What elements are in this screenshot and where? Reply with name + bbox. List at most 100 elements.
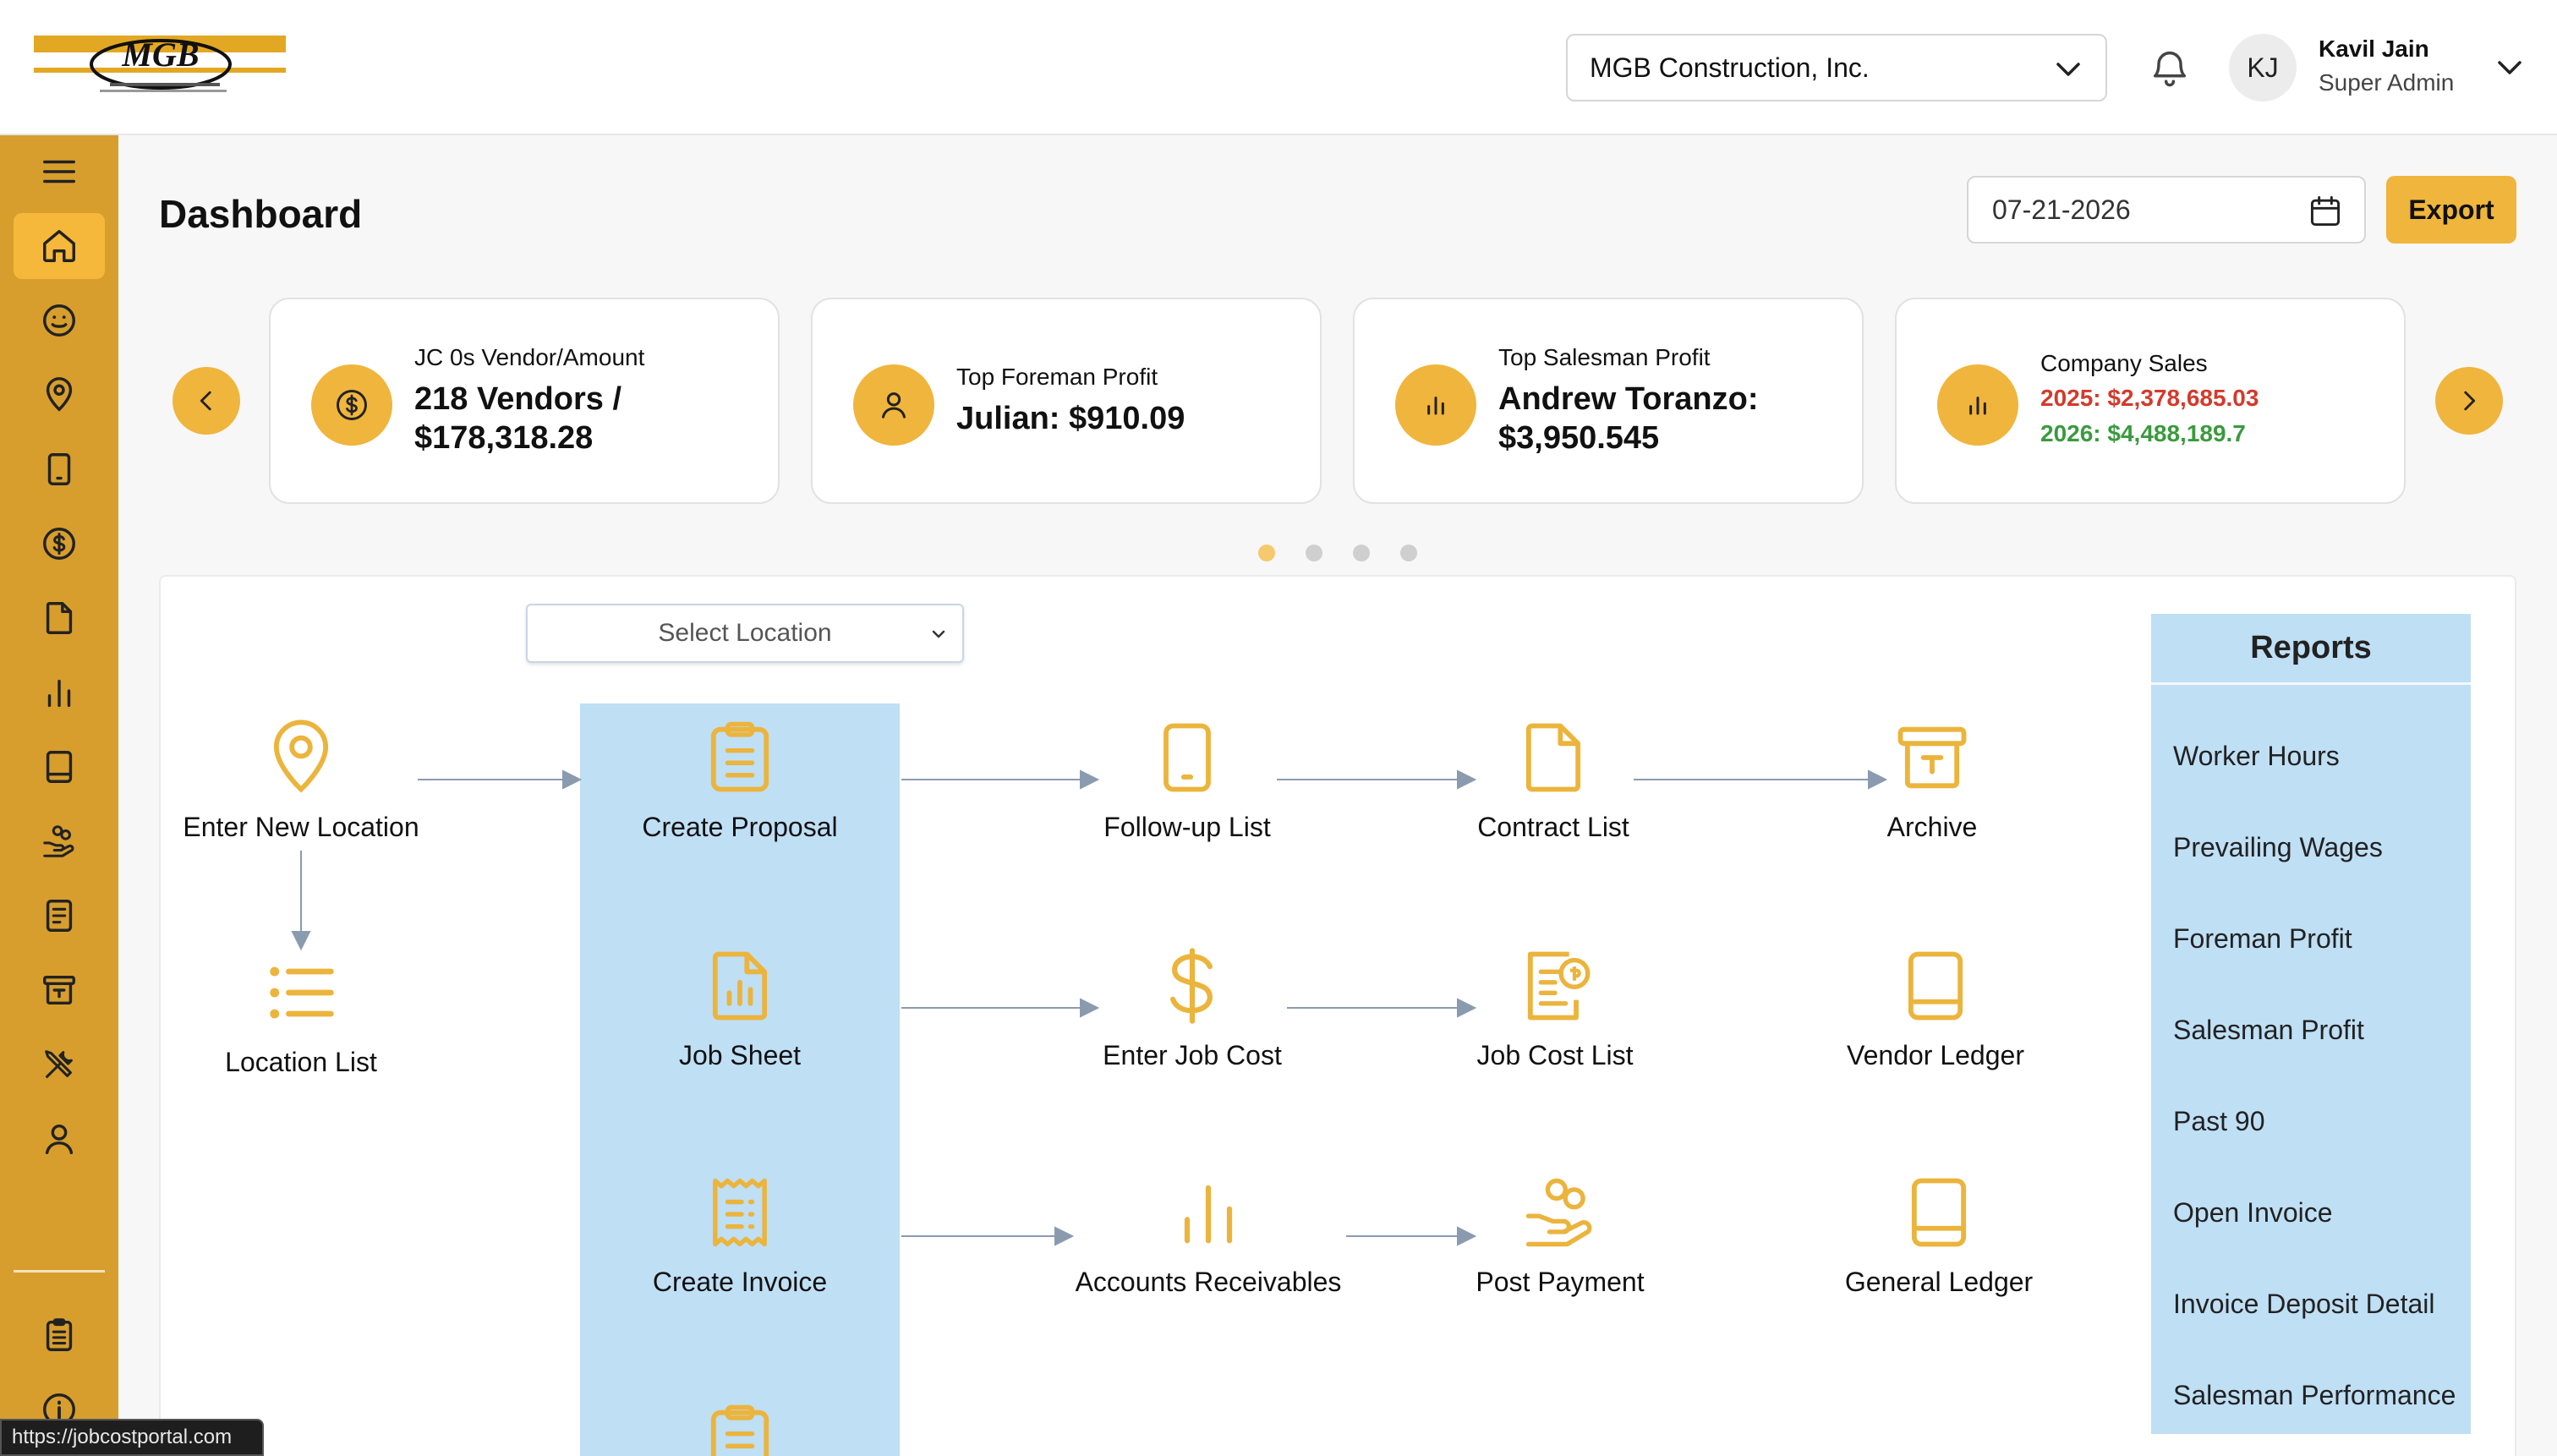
report-link[interactable]: Prevailing Wages [2173, 832, 2383, 863]
carousel-dot[interactable] [1400, 545, 1417, 561]
receipt-icon [698, 1170, 782, 1255]
report-link[interactable]: Salesman Performance [2173, 1380, 2456, 1411]
carousel-dot[interactable] [1258, 545, 1275, 561]
carousel-next-button[interactable] [2435, 367, 2503, 435]
node-label: Job Sheet [678, 1040, 802, 1070]
create-invoice-node[interactable]: Create Invoice [605, 1170, 875, 1298]
stat-card-vendors: JC 0s Vendor/Amount 218 Vendors / $178,3… [269, 298, 780, 504]
location-pin-icon [259, 715, 343, 800]
hand-coins-icon [40, 822, 79, 861]
node-label: Accounts Receivables [1075, 1267, 1342, 1297]
job-cost-list-node[interactable]: Job Cost List [1420, 944, 1690, 1071]
sidebar-item-reports[interactable] [14, 660, 105, 725]
chevron-right-icon [2455, 386, 2483, 415]
stat-card-value-2025: 2025: $2,378,685.03 [2040, 385, 2259, 411]
sidebar-item-archive[interactable] [14, 957, 105, 1023]
report-link[interactable]: Past 90 [2173, 1106, 2265, 1137]
post-payment-node[interactable]: Post Payment [1425, 1170, 1695, 1298]
chevron-down-icon[interactable] [2496, 56, 2523, 79]
sidebar-item-ledger[interactable] [14, 734, 105, 800]
report-link[interactable]: Invoice Deposit Detail [2173, 1289, 2434, 1320]
page-title: Dashboard [159, 192, 363, 236]
stat-card-label: Top Salesman Profit [1498, 344, 1711, 370]
home-icon [40, 227, 79, 265]
stat-card-salesman: Top Salesman Profit Andrew Toranzo: $3,9… [1353, 298, 1864, 504]
avatar[interactable]: KJ [2229, 34, 2297, 101]
sidebar-item-documents[interactable] [14, 883, 105, 949]
report-link[interactable]: Open Invoice [2173, 1197, 2333, 1229]
document-lines-icon [40, 896, 79, 935]
stat-card-company-sales: Company Sales 2025: $2,378,685.03 2026: … [1895, 298, 2406, 504]
sidebar-item-finance[interactable] [14, 511, 105, 577]
bar-chart-icon [1937, 364, 2018, 446]
carousel-dot[interactable] [1353, 545, 1370, 561]
sidebar-item-locations[interactable] [14, 362, 105, 428]
proposal-node-partial[interactable] [605, 1399, 875, 1456]
sidebar-item-mobile[interactable] [14, 436, 105, 502]
job-sheet-node[interactable]: Job Sheet [605, 944, 875, 1071]
archive-icon [40, 971, 79, 1010]
general-ledger-node[interactable]: General Ledger [1804, 1170, 2074, 1298]
export-button[interactable]: Export [2386, 176, 2516, 244]
sidebar-item-payments[interactable] [14, 808, 105, 874]
book-icon [1897, 1170, 1981, 1255]
sidebar-item-tasks[interactable] [14, 1302, 105, 1368]
list-icon [259, 950, 343, 1035]
calendar-icon[interactable] [2307, 193, 2344, 230]
stat-card-label: JC 0s Vendor/Amount [414, 344, 645, 370]
sidebar-item-users[interactable] [14, 1106, 105, 1172]
location-list-node[interactable]: Location List [166, 950, 436, 1078]
tools-icon [40, 1045, 79, 1084]
bar-chart-icon [40, 673, 79, 712]
sidebar-item-home[interactable] [14, 213, 105, 279]
stat-card-label: Top Foreman Profit [956, 364, 1158, 390]
date-value: 07-21-2026 [1992, 194, 2131, 225]
clipboard-icon [40, 1316, 79, 1355]
report-link[interactable]: Worker Hours [2173, 741, 2340, 772]
stat-card-value-2026: 2026: $4,488,189.7 [2040, 420, 2246, 446]
dollar-circle-icon [311, 364, 392, 446]
tablet-icon [1145, 715, 1229, 800]
report-link[interactable]: Foreman Profit [2173, 923, 2352, 955]
node-label: Follow-up List [1103, 812, 1271, 842]
node-label: Archive [1886, 812, 1978, 842]
node-label: Create Invoice [652, 1267, 828, 1297]
sidebar-item-customers[interactable] [14, 287, 105, 353]
create-proposal-node[interactable]: Create Proposal [605, 715, 875, 843]
reports-title: Reports [2151, 614, 2471, 685]
node-label: Contract List [1477, 812, 1629, 842]
company-logo[interactable]: MGB [34, 30, 286, 98]
date-picker[interactable]: 07-21-2026 [1967, 176, 2366, 244]
vendor-ledger-node[interactable]: Vendor Ledger [1800, 944, 2071, 1071]
chevron-down-icon [2055, 57, 2082, 81]
sidebar-item-files[interactable] [14, 585, 105, 651]
company-select[interactable]: MGB Construction, Inc. [1566, 34, 2107, 101]
report-link[interactable]: Salesman Profit [2173, 1015, 2364, 1046]
node-label: General Ledger [1844, 1267, 2034, 1297]
hand-coins-icon [1518, 1170, 1602, 1255]
node-label: Enter New Location [183, 812, 419, 842]
book-icon [1893, 944, 1978, 1028]
archive-node[interactable]: Archive [1797, 715, 2067, 843]
menu-icon[interactable] [14, 139, 105, 205]
user-name: Kavil Jain [2319, 36, 2429, 62]
carousel-dot[interactable] [1306, 545, 1322, 561]
stat-card-foreman: Top Foreman Profit Julian: $910.09 [811, 298, 1322, 504]
node-label: Create Proposal [642, 812, 838, 842]
location-pin-icon [40, 375, 79, 414]
contract-list-node[interactable]: Contract List [1418, 715, 1689, 843]
carousel-prev-button[interactable] [172, 367, 240, 435]
follow-up-list-node[interactable]: Follow-up List [1052, 715, 1322, 843]
location-select[interactable]: Select Location [526, 604, 964, 663]
file-icon [1511, 715, 1596, 800]
stat-card-value: 218 Vendors / $178,318.28 [414, 381, 622, 456]
enter-new-location-node[interactable]: Enter New Location [166, 715, 436, 843]
enter-job-cost-node[interactable]: Enter Job Cost [1057, 944, 1328, 1071]
node-label: Job Cost List [1476, 1040, 1634, 1070]
smiley-icon [40, 301, 79, 340]
accounts-receivables-node[interactable]: Accounts Receivables [1073, 1170, 1344, 1298]
bell-icon[interactable] [2148, 46, 2192, 90]
sidebar-item-tools[interactable] [14, 1032, 105, 1097]
archive-icon [1890, 715, 1974, 800]
reports-panel: Reports Worker Hours Prevailing Wages Fo… [2151, 614, 2471, 1434]
